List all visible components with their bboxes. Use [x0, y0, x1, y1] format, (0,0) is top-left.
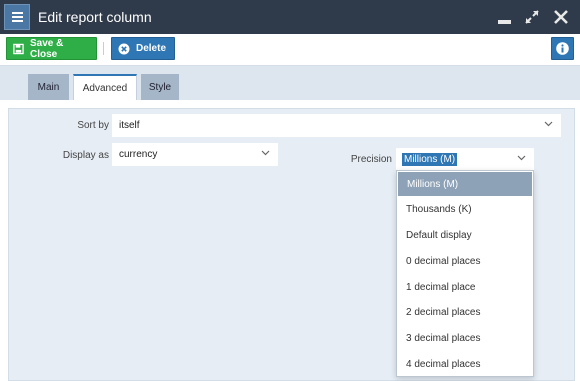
tab-bar: Main Advanced Style	[0, 66, 580, 100]
precision-option[interactable]: 1 decimal place	[397, 274, 533, 300]
save-icon	[13, 43, 24, 54]
display-as-label: Display as	[62, 150, 109, 161]
chevron-down-icon	[544, 121, 553, 127]
info-button[interactable]	[551, 37, 574, 60]
info-icon	[556, 42, 569, 55]
window-title: Edit report column	[38, 9, 152, 25]
precision-select[interactable]: Millions (M)	[396, 148, 534, 171]
delete-button[interactable]: Delete	[111, 37, 175, 60]
chevron-down-icon	[517, 155, 526, 161]
tab-advanced[interactable]: Advanced	[73, 74, 137, 100]
save-close-button[interactable]: Save & Close	[6, 37, 97, 60]
precision-option[interactable]: Thousands (K)	[397, 197, 533, 223]
precision-value: Millions (M)	[402, 153, 458, 166]
sort-by-value: itself	[119, 120, 140, 131]
minimize-icon[interactable]	[496, 8, 514, 26]
title-bar: Edit report column	[0, 0, 580, 34]
toolbar-divider	[103, 42, 104, 55]
sort-by-label: Sort by	[77, 120, 109, 131]
toolbar: Save & Close Delete	[0, 34, 580, 66]
tab-style[interactable]: Style	[141, 74, 179, 100]
chevron-down-icon	[261, 150, 270, 156]
expand-icon[interactable]	[523, 8, 541, 26]
precision-dropdown-list: Millions (M) Thousands (K) Default displ…	[396, 170, 534, 377]
display-as-select[interactable]: currency	[112, 143, 278, 166]
precision-option[interactable]: Default display	[397, 223, 533, 249]
precision-option[interactable]: Millions (M)	[398, 172, 532, 196]
precision-option[interactable]: 0 decimal places	[397, 249, 533, 275]
display-as-value: currency	[119, 149, 158, 160]
precision-option[interactable]: 2 decimal places	[397, 300, 533, 326]
precision-option[interactable]: 4 decimal places	[397, 352, 533, 378]
tab-main[interactable]: Main	[28, 74, 69, 100]
hamburger-menu-icon[interactable]	[4, 4, 30, 30]
sort-by-select[interactable]: itself	[112, 114, 561, 137]
delete-label: Delete	[135, 43, 166, 54]
precision-label: Precision	[350, 154, 392, 165]
close-icon[interactable]	[552, 8, 570, 26]
save-close-label: Save & Close	[29, 37, 64, 60]
precision-option[interactable]: 3 decimal places	[397, 326, 533, 352]
delete-circle-x-icon	[118, 43, 130, 54]
